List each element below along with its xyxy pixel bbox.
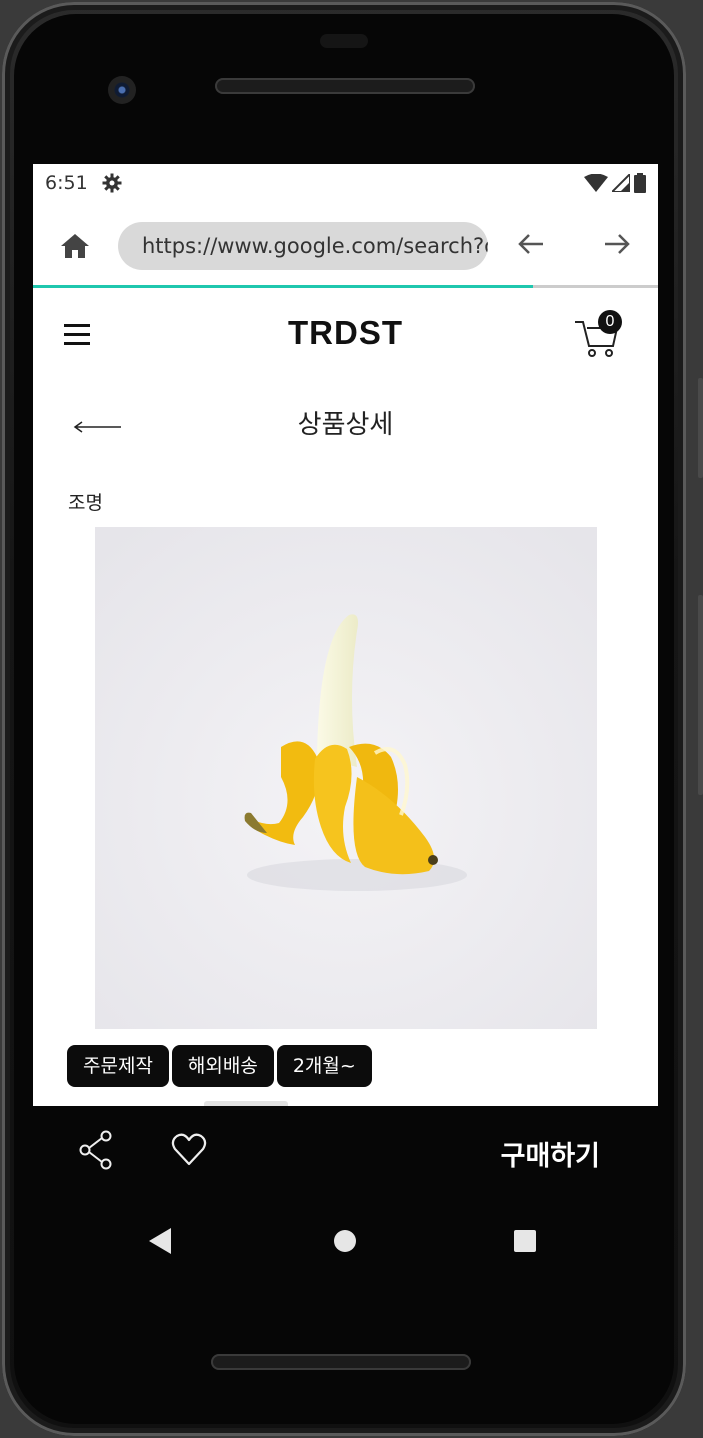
tag-custom-order: 주문제작 bbox=[67, 1045, 169, 1087]
bottom-action-bar: 구매하기 bbox=[33, 1106, 658, 1206]
product-tags: 주문제작 해외배송 2개월~ bbox=[67, 1045, 372, 1087]
cart-count-badge: 0 bbox=[598, 310, 622, 334]
bottom-speaker bbox=[211, 1354, 471, 1370]
page-header: 상품상세 bbox=[33, 382, 658, 468]
product-image[interactable] bbox=[95, 527, 597, 1029]
page-title: 상품상세 bbox=[297, 410, 394, 440]
screen: 6:51 https://www.google.com/search?q TRD… bbox=[33, 164, 658, 1106]
status-icons bbox=[584, 173, 646, 193]
top-sensor bbox=[320, 34, 368, 48]
signal-icon bbox=[612, 174, 630, 192]
banana-lamp-image bbox=[95, 527, 597, 1029]
system-nav-bar bbox=[33, 1206, 658, 1276]
system-recents-button[interactable] bbox=[514, 1230, 536, 1252]
browser-toolbar: https://www.google.com/search?q bbox=[33, 202, 658, 286]
tag-overseas-shipping: 해외배송 bbox=[171, 1045, 274, 1087]
battery-icon bbox=[634, 173, 646, 193]
back-arrow-icon[interactable] bbox=[515, 228, 547, 260]
app-header: TRDST 0 bbox=[33, 286, 658, 382]
tag-lead-time: 2개월~ bbox=[276, 1045, 372, 1087]
status-bar: 6:51 bbox=[33, 164, 658, 202]
brand-logo[interactable]: TRDST bbox=[33, 314, 658, 352]
earpiece-speaker bbox=[215, 78, 475, 94]
share-icon[interactable] bbox=[78, 1130, 114, 1170]
forward-arrow-icon[interactable] bbox=[601, 228, 633, 260]
wifi-icon bbox=[584, 174, 608, 192]
home-icon[interactable] bbox=[59, 232, 91, 260]
power-button bbox=[698, 595, 703, 795]
url-input[interactable]: https://www.google.com/search?q bbox=[118, 222, 488, 270]
status-time: 6:51 bbox=[45, 172, 88, 194]
product-category: 조명 bbox=[68, 492, 103, 514]
volume-button bbox=[698, 378, 703, 478]
front-camera bbox=[108, 76, 136, 104]
heart-icon[interactable] bbox=[171, 1132, 207, 1168]
system-home-button[interactable] bbox=[334, 1230, 356, 1252]
gear-icon bbox=[102, 173, 122, 193]
buy-button[interactable]: 구매하기 bbox=[501, 1134, 600, 1173]
system-back-button[interactable] bbox=[149, 1228, 171, 1254]
